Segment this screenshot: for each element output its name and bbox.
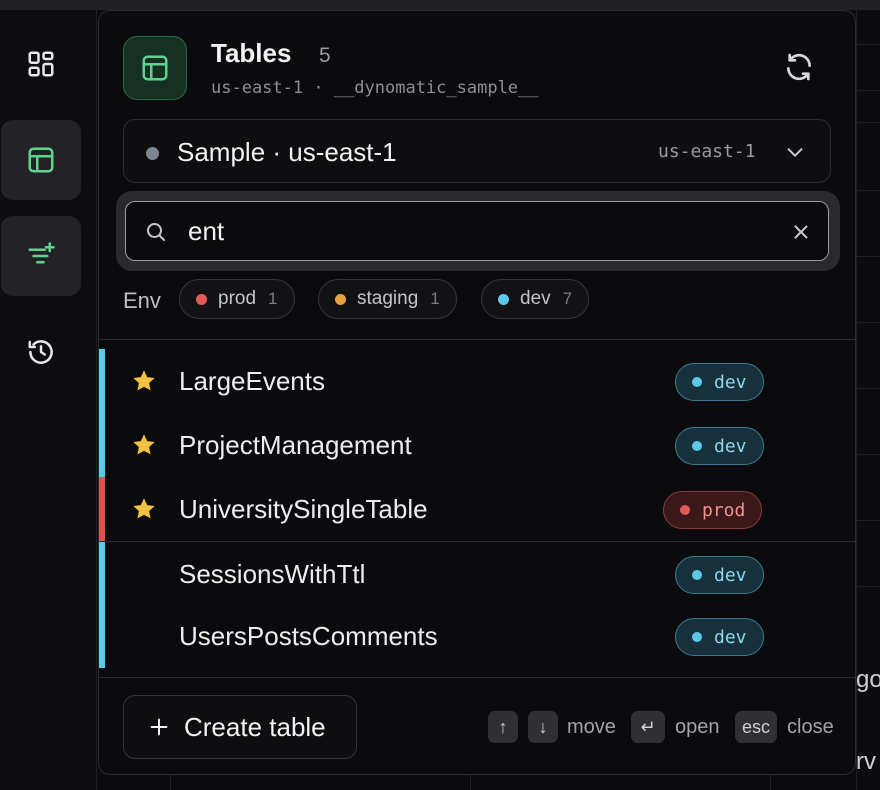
env-stripe	[99, 604, 105, 668]
env-badge-label: dev	[714, 564, 747, 586]
app-top-bar	[0, 0, 880, 10]
table-name: UniversitySingleTable	[179, 494, 428, 524]
refresh-icon	[787, 53, 811, 81]
filter-add-icon	[28, 242, 55, 264]
rail-item-history[interactable]	[1, 312, 81, 392]
env-dot	[335, 293, 346, 305]
env-badge-label: dev	[714, 435, 747, 457]
background-cell-text: go	[856, 666, 880, 693]
table-row[interactable]: ProjectManagement dev	[99, 413, 855, 477]
table-name: SessionsWithTtl	[179, 559, 366, 589]
env-badge: prod	[663, 491, 763, 529]
kbd-esc: esc	[735, 711, 777, 743]
table-count: 5	[319, 44, 331, 67]
env-badge: dev	[675, 556, 764, 594]
divider	[99, 677, 855, 678]
close-icon[interactable]	[790, 221, 812, 243]
env-badge-label: dev	[714, 626, 747, 648]
env-chip-prod[interactable]: prod 1	[179, 279, 295, 319]
rail-item-filter[interactable]	[1, 216, 81, 296]
table-row[interactable]: SessionsWithTtl dev	[99, 542, 855, 606]
env-stripe	[99, 413, 105, 477]
table-row[interactable]: LargeEvents dev	[99, 349, 855, 413]
search-box[interactable]	[125, 201, 829, 261]
history-icon	[28, 340, 53, 364]
connection-label: Sample · us-east-1	[177, 137, 397, 167]
env-badge: dev	[675, 363, 764, 401]
refresh-button[interactable]	[781, 49, 817, 85]
env-badge-label: dev	[714, 371, 747, 393]
hint-close: close	[787, 716, 834, 738]
hint-move: move	[567, 716, 616, 738]
env-badge: dev	[675, 618, 764, 656]
env-badge: dev	[675, 427, 764, 465]
table-name: ProjectManagement	[179, 430, 412, 460]
table-name: UsersPostsComments	[179, 621, 438, 651]
connection-status-dot	[146, 147, 159, 160]
panel-subtitle: us-east-1 · __dynomatic_sample__	[211, 78, 539, 98]
dashboard-icon	[28, 51, 54, 77]
table-row[interactable]: UniversitySingleTable prod	[99, 477, 855, 541]
hint-open: open	[675, 716, 720, 738]
create-table-button[interactable]: Create table	[123, 695, 357, 759]
table-row[interactable]: UsersPostsComments dev	[99, 604, 855, 668]
search-input[interactable]	[188, 210, 768, 252]
env-stripe	[99, 349, 105, 413]
env-chip-label: prod	[218, 288, 257, 309]
connection-selector[interactable]: Sample · us-east-1 us-east-1	[123, 119, 831, 183]
divider	[99, 339, 855, 340]
kbd-down: ↓	[528, 711, 558, 743]
search-icon	[147, 223, 165, 241]
rail-item-dashboard[interactable]	[1, 24, 81, 104]
env-chip-label: dev	[520, 288, 551, 309]
background-cell-text: rv	[856, 748, 876, 775]
table-name: LargeEvents	[179, 366, 325, 396]
env-filter-label: Env	[123, 288, 161, 313]
kbd-up: ↑	[488, 711, 518, 743]
env-dot	[196, 293, 207, 305]
rail-item-tables[interactable]	[1, 120, 81, 200]
env-chip-label: staging	[357, 288, 419, 309]
env-chip-count: 1	[430, 289, 440, 308]
env-dot	[498, 293, 509, 305]
env-badge-label: prod	[702, 499, 746, 521]
star-icon[interactable]	[131, 368, 157, 394]
env-chip-dev[interactable]: dev 7	[481, 279, 590, 319]
plus-icon	[148, 716, 170, 738]
env-chip-staging[interactable]: staging 1	[318, 279, 457, 319]
nav-rail	[0, 10, 97, 790]
panel-header-icon	[123, 36, 187, 100]
star-icon[interactable]	[131, 432, 157, 458]
tables-panel: Tables 5 us-east-1 · __dynomatic_sample_…	[98, 10, 856, 775]
tables-icon	[28, 147, 54, 173]
star-icon[interactable]	[131, 496, 157, 522]
env-stripe	[99, 477, 105, 541]
env-stripe	[99, 542, 105, 606]
create-table-label: Create table	[184, 711, 326, 742]
kbd-enter: ↵	[631, 711, 665, 743]
panel-title: Tables	[211, 38, 292, 68]
env-chip-count: 1	[268, 289, 278, 308]
tables-icon	[142, 55, 168, 81]
env-chip-count: 7	[562, 289, 573, 308]
connection-region: us-east-1	[658, 141, 756, 162]
chevron-down-icon	[787, 148, 803, 157]
